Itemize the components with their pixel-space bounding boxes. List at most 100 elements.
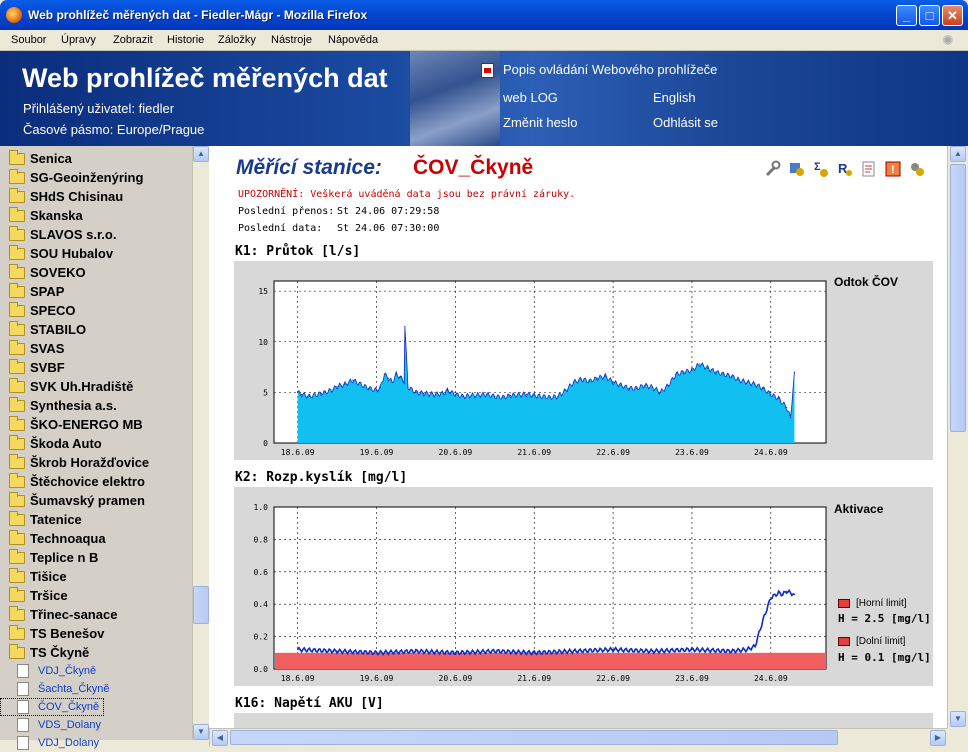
k1-flow-chart[interactable]: 0 5 10 15 18.6.09 19.6.09 20.6.09 21.6.09 22.6.0… — [234, 261, 933, 460]
menu-historie[interactable]: Historie — [167, 34, 204, 46]
folder-item[interactable]: SOU Hubalov — [0, 244, 192, 263]
menu-zobrazit[interactable]: Zobrazit — [113, 34, 153, 46]
k2-oxygen-chart[interactable]: 0.0 0.2 0.4 0.6 0.8 1.0 18.6.09 19.6.09 20.6.09 2… — [234, 487, 933, 686]
change-password-link[interactable]: Změnit heslo — [503, 115, 577, 130]
folder-item[interactable]: Šumavský pramen — [0, 491, 192, 510]
main-scroll-thumb[interactable] — [950, 164, 966, 432]
main-scroll-up[interactable]: ▲ — [950, 146, 966, 162]
folder-item[interactable]: TS Čkyně — [0, 643, 192, 662]
folder-item[interactable]: Tatenice — [0, 510, 192, 529]
y-tick-label: 5 — [263, 388, 268, 397]
sidebar-scroll-up[interactable]: ▲ — [193, 146, 209, 162]
data-point — [612, 381, 614, 383]
data-point — [778, 397, 780, 400]
sidebar-scrollbar[interactable]: ▲ ▼ — [192, 146, 209, 740]
logout-link[interactable]: Odhlásit se — [653, 115, 718, 130]
station-item[interactable]: VDJ_Čkyně — [0, 662, 192, 680]
data-point — [533, 652, 535, 654]
station-item[interactable]: VDJ_Dolany — [0, 734, 192, 752]
throbber-icon: ✺ — [942, 32, 954, 48]
pdf-icon — [481, 63, 494, 78]
sum-icon[interactable]: Σ — [812, 160, 830, 178]
data-point — [486, 393, 488, 395]
folder-item[interactable]: SPAP — [0, 282, 192, 301]
menu-soubor[interactable]: Soubor — [11, 34, 46, 46]
sidebar-scroll-thumb[interactable] — [193, 586, 209, 624]
folder-item[interactable]: Škoda Auto — [0, 434, 192, 453]
folder-label: Synthesia a.s. — [30, 398, 117, 413]
lower-limit-label: [Dolní limit] — [856, 636, 906, 647]
menu-napoveda[interactable]: Nápověda — [328, 34, 378, 46]
folder-item[interactable]: Tršice — [0, 586, 192, 605]
folder-item[interactable]: Senica — [0, 149, 192, 168]
x-tick-label: 24.6.09 — [754, 448, 788, 457]
folder-item[interactable]: Teplice n B — [0, 548, 192, 567]
folder-item[interactable]: SVBF — [0, 358, 192, 377]
station-link-label: VDJ_Čkyně — [38, 665, 97, 677]
folder-item[interactable]: SPECO — [0, 301, 192, 320]
gear-chart-icon[interactable] — [788, 160, 806, 178]
weblog-link[interactable]: web LOG — [503, 90, 558, 105]
main-scroll-right[interactable]: ▶ — [930, 730, 946, 746]
data-point — [549, 396, 551, 399]
station-item[interactable]: Šachta_Čkyně — [0, 680, 192, 698]
wrench-icon[interactable] — [764, 160, 782, 178]
main-scroll-down[interactable]: ▼ — [950, 711, 966, 727]
maximize-button[interactable]: □ — [919, 5, 940, 26]
minimize-button[interactable]: _ — [896, 5, 917, 26]
data-point — [442, 392, 445, 394]
main-scroll-left[interactable]: ◀ — [212, 730, 228, 746]
data-point — [387, 377, 389, 379]
svg-text:Σ: Σ — [814, 161, 821, 173]
folder-item[interactable]: Třinec-sanace — [0, 605, 192, 624]
menu-upravy[interactable]: Úpravy — [61, 34, 96, 46]
folder-icon — [9, 245, 25, 260]
y-tick-label: 0.6 — [254, 568, 269, 577]
folder-item[interactable]: ŠKO-ENERGO MB — [0, 415, 192, 434]
folder-item[interactable]: Škrob Horažďovice — [0, 453, 192, 472]
folder-item[interactable]: SVAS — [0, 339, 192, 358]
y-tick-label: 0.4 — [254, 600, 269, 609]
folder-item[interactable]: Tišice — [0, 567, 192, 586]
folder-item[interactable]: SLAVOS s.r.o. — [0, 225, 192, 244]
folder-icon — [9, 492, 25, 507]
k1-chart-box: 0 5 10 15 18.6.09 19.6.09 20.6.09 21.6.09 22.6.0… — [234, 261, 933, 460]
station-item[interactable]: ČOV_Čkyně — [0, 698, 104, 716]
folder-label: SHdS Chisinau — [30, 189, 124, 204]
main-horizontal-scrollbar[interactable]: ◀ ▶ — [209, 728, 947, 746]
settings-icon[interactable] — [908, 160, 926, 178]
folder-item[interactable]: Synthesia a.s. — [0, 396, 192, 415]
notes-icon[interactable] — [860, 160, 878, 178]
folder-item[interactable]: Skanska — [0, 206, 192, 225]
folder-item[interactable]: Technoaqua — [0, 529, 192, 548]
x-tick-label: 22.6.09 — [596, 448, 630, 457]
main-vertical-scrollbar[interactable]: ▲ ▼ — [947, 146, 968, 728]
report-icon[interactable]: R — [836, 160, 854, 178]
folder-item[interactable]: SHdS Chisinau — [0, 187, 192, 206]
data-point — [454, 652, 456, 654]
folder-item[interactable]: STABILO — [0, 320, 192, 339]
data-point — [407, 386, 409, 388]
data-point — [379, 386, 382, 388]
window-titlebar[interactable]: Web prohlížeč měřených dat - Fiedler-Mág… — [0, 0, 968, 30]
folder-item[interactable]: TS Benešov — [0, 624, 192, 643]
folder-item[interactable]: Štěchovice elektro — [0, 472, 192, 491]
folder-icon — [9, 359, 25, 374]
menu-nastroje[interactable]: Nástroje — [271, 34, 312, 46]
help-link[interactable]: Popis ovládání Webového prohlížeče — [503, 62, 717, 77]
folder-item[interactable]: SG-Geoinženýring — [0, 168, 192, 187]
close-button[interactable]: ✕ — [942, 5, 963, 26]
folder-label: Technoaqua — [30, 531, 106, 546]
data-point — [683, 371, 685, 373]
menu-zalozky[interactable]: Záložky — [218, 34, 256, 46]
folder-item[interactable]: SOVEKO — [0, 263, 192, 282]
data-point — [462, 395, 464, 398]
data-point — [770, 597, 772, 599]
station-item[interactable]: VDS_Dolany — [0, 716, 192, 734]
english-link[interactable]: English — [653, 90, 696, 105]
folder-item[interactable]: SVK Uh.Hradiště — [0, 377, 192, 396]
main-hscroll-thumb[interactable] — [230, 730, 838, 745]
alarm-icon[interactable]: ! — [884, 160, 902, 178]
sidebar-scroll-down[interactable]: ▼ — [193, 724, 209, 740]
data-point — [297, 648, 299, 651]
